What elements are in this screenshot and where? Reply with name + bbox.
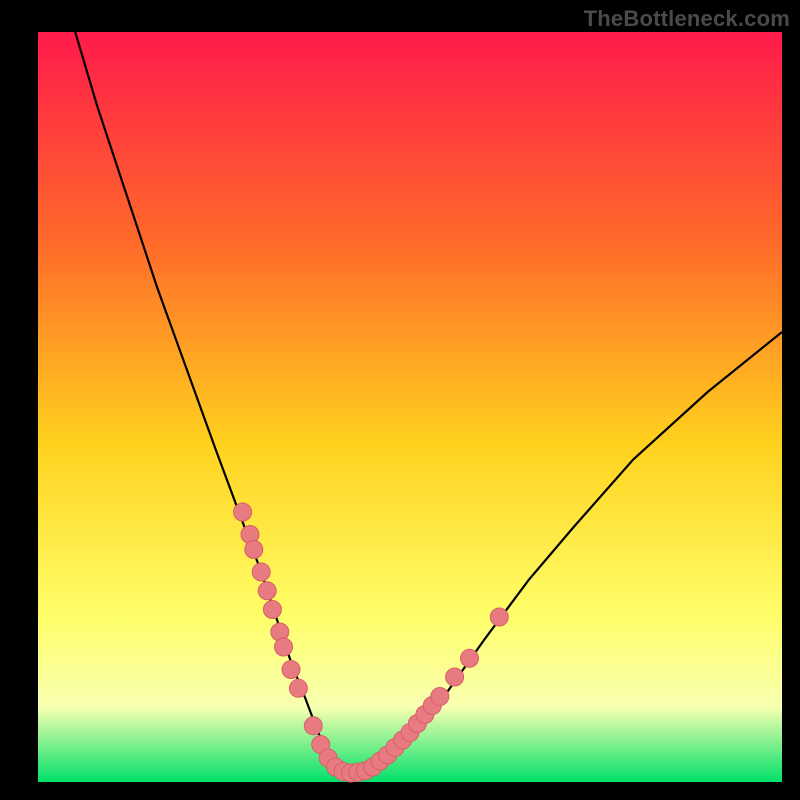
chart-container: TheBottleneck.com <box>0 0 800 800</box>
data-dot <box>234 503 252 521</box>
bottleneck-chart <box>0 0 800 800</box>
data-dot <box>461 649 479 667</box>
data-dot <box>245 541 263 559</box>
data-dot <box>252 563 270 581</box>
data-dot <box>263 601 281 619</box>
plot-area <box>38 32 782 782</box>
data-dot <box>490 608 508 626</box>
data-dot <box>275 638 293 656</box>
data-dot <box>446 668 464 686</box>
watermark-text: TheBottleneck.com <box>584 6 790 32</box>
data-dot <box>258 582 276 600</box>
data-dot <box>304 717 322 735</box>
data-dot <box>289 679 307 697</box>
data-dot <box>282 661 300 679</box>
data-dot <box>431 688 449 706</box>
